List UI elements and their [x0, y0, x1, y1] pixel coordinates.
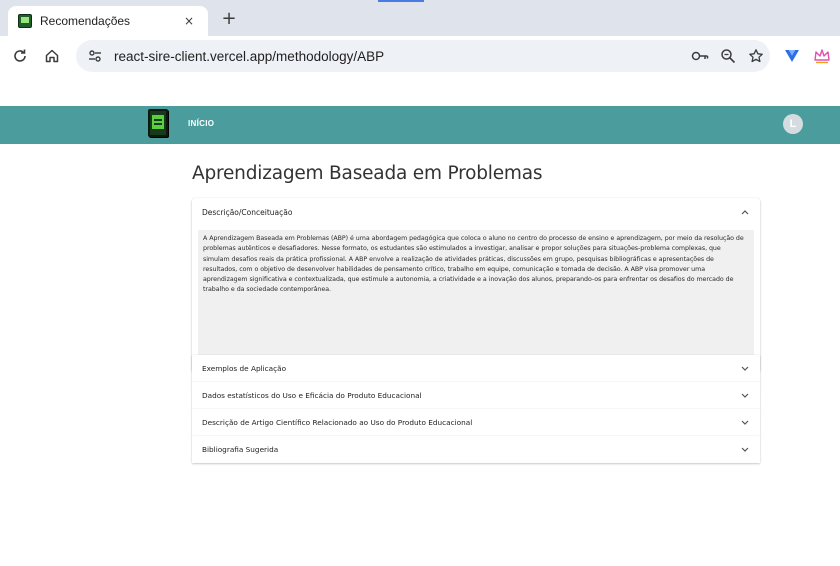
extension-v-icon[interactable] — [780, 44, 804, 68]
browser-toolbar: react-sire-client.vercel.app/methodology… — [0, 36, 840, 76]
extension-crown-icon[interactable] — [810, 44, 834, 68]
url-text[interactable]: react-sire-client.vercel.app/methodology… — [114, 49, 686, 64]
accordion-exemplos[interactable]: Exemplos de Aplicação — [192, 355, 760, 382]
accordion-artigo-cientifico[interactable]: Descrição de Artigo Científico Relaciona… — [192, 409, 760, 436]
accordion-header[interactable]: Descrição/Conceituação — [192, 198, 760, 226]
browser-tab-strip: Recomendações × + — [0, 0, 840, 36]
accordion-label: Descrição de Artigo Científico Relaciona… — [202, 418, 473, 427]
home-icon[interactable] — [40, 44, 64, 68]
site-favicon-icon — [18, 14, 32, 28]
accordion-label: Bibliografia Sugerida — [202, 445, 279, 454]
page-title: Aprendizagem Baseada em Problemas — [192, 163, 543, 184]
accordion-label: Dados estatísticos do Uso e Eficácia do … — [202, 391, 422, 400]
accordion-label: Descrição/Conceituação — [202, 207, 293, 217]
tab-title: Recomendações — [40, 14, 131, 28]
app-header: INÍCIO L — [0, 106, 840, 144]
accordion-body-text: A Aprendizagem Baseada em Problemas (ABP… — [203, 235, 744, 294]
user-avatar[interactable]: L — [783, 114, 803, 134]
accordion-body: A Aprendizagem Baseada em Problemas (ABP… — [198, 230, 754, 362]
bookmark-star-icon[interactable] — [742, 45, 770, 67]
browser-tab[interactable]: Recomendações × — [8, 6, 208, 36]
tab-strip-accent — [378, 0, 424, 2]
zoom-icon[interactable] — [714, 45, 742, 67]
chevron-down-icon[interactable] — [740, 391, 750, 401]
accordion-dados-estatisticos[interactable]: Dados estatísticos do Uso e Eficácia do … — [192, 382, 760, 409]
chevron-down-icon[interactable] — [740, 445, 750, 455]
chevron-down-icon[interactable] — [740, 418, 750, 428]
site-settings-icon[interactable] — [84, 45, 106, 67]
sire-logo-icon[interactable] — [148, 109, 168, 137]
chevron-up-icon[interactable] — [740, 207, 750, 217]
refresh-icon[interactable] — [8, 44, 32, 68]
address-bar[interactable]: react-sire-client.vercel.app/methodology… — [76, 40, 770, 72]
accordion-bibliografia[interactable]: Bibliografia Sugerida — [192, 436, 760, 463]
accordion-descricao: Descrição/Conceituação A Aprendizagem Ba… — [192, 198, 760, 372]
chevron-down-icon[interactable] — [740, 364, 750, 374]
accordion-label: Exemplos de Aplicação — [202, 364, 287, 373]
password-key-icon[interactable] — [686, 45, 714, 67]
new-tab-icon[interactable]: + — [218, 9, 240, 31]
tab-close-icon[interactable]: × — [180, 14, 198, 28]
nav-inicio-link[interactable]: INÍCIO — [188, 119, 214, 128]
